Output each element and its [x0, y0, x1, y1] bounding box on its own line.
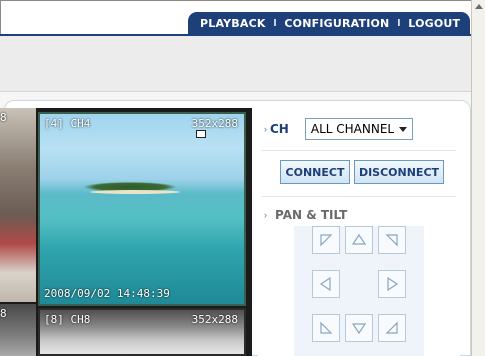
- ch4-resolution: 352x288: [191, 117, 238, 130]
- ch4-timestamp: 2008/09/02 14:48:39: [44, 287, 170, 300]
- playback-link[interactable]: PLAYBACK: [200, 17, 266, 30]
- chevron-down-icon[interactable]: [398, 127, 407, 132]
- connect-button[interactable]: CONNECT: [280, 160, 350, 184]
- nav-separator: I: [273, 17, 277, 29]
- channel-row: › CH ALL CHANNEL: [264, 118, 413, 140]
- ch8-label: [8] CH8: [44, 313, 91, 326]
- disconnect-button[interactable]: DISCONNECT: [354, 160, 444, 184]
- left-arrow-icon[interactable]: [312, 270, 340, 298]
- up-arrow-icon[interactable]: [345, 226, 373, 254]
- top-navigation: PLAYBACK I CONFIGURATION I LOGOUT: [188, 12, 470, 34]
- bullet-icon: ›: [264, 210, 267, 220]
- ch4-label: [4] CH4: [44, 117, 91, 130]
- pan-tilt-pad: [294, 226, 424, 356]
- divider: [262, 150, 456, 151]
- configuration-link[interactable]: CONFIGURATION: [284, 17, 389, 30]
- up-left-arrow-icon[interactable]: [312, 226, 340, 254]
- up-right-arrow-icon[interactable]: [378, 226, 406, 254]
- video-tile-partial-top[interactable]: 8: [0, 108, 36, 302]
- video-grid: 8 8 [4] CH4 352x288 2008/09/02 14:48:39 …: [0, 108, 252, 356]
- down-right-arrow-icon[interactable]: [378, 314, 406, 342]
- down-left-arrow-icon[interactable]: [312, 314, 340, 342]
- record-indicator-icon: [196, 130, 206, 138]
- header-band: [0, 36, 471, 92]
- video-tile-ch4[interactable]: [4] CH4 352x288 2008/09/02 14:48:39: [38, 112, 246, 306]
- scroll-up-arrow-icon[interactable]: [475, 4, 483, 9]
- pan-tilt-title: › PAN & TILT: [264, 208, 347, 222]
- control-panel: › CH ALL CHANNEL CONNECT DISCONNECT › PA…: [258, 108, 460, 356]
- beach-image: [90, 190, 180, 194]
- tile-channel-label: 8: [0, 111, 7, 124]
- video-tile-partial-bottom[interactable]: 8: [0, 304, 36, 356]
- bullet-icon: ›: [264, 124, 267, 134]
- video-tile-ch8[interactable]: [8] CH8 352x288: [38, 308, 246, 356]
- channel-select-value: ALL CHANNEL: [310, 122, 395, 136]
- ch8-resolution: 352x288: [191, 313, 238, 326]
- logout-link[interactable]: LOGOUT: [408, 17, 460, 30]
- channel-select[interactable]: ALL CHANNEL: [304, 118, 413, 140]
- pan-tilt-label: PAN & TILT: [275, 208, 348, 222]
- nav-separator: I: [397, 17, 401, 29]
- right-arrow-icon[interactable]: [378, 270, 406, 298]
- vertical-scrollbar[interactable]: [471, 0, 485, 356]
- tile-channel-label: 8: [0, 307, 7, 320]
- ch-label: CH: [270, 122, 289, 136]
- down-arrow-icon[interactable]: [345, 314, 373, 342]
- divider: [262, 196, 456, 197]
